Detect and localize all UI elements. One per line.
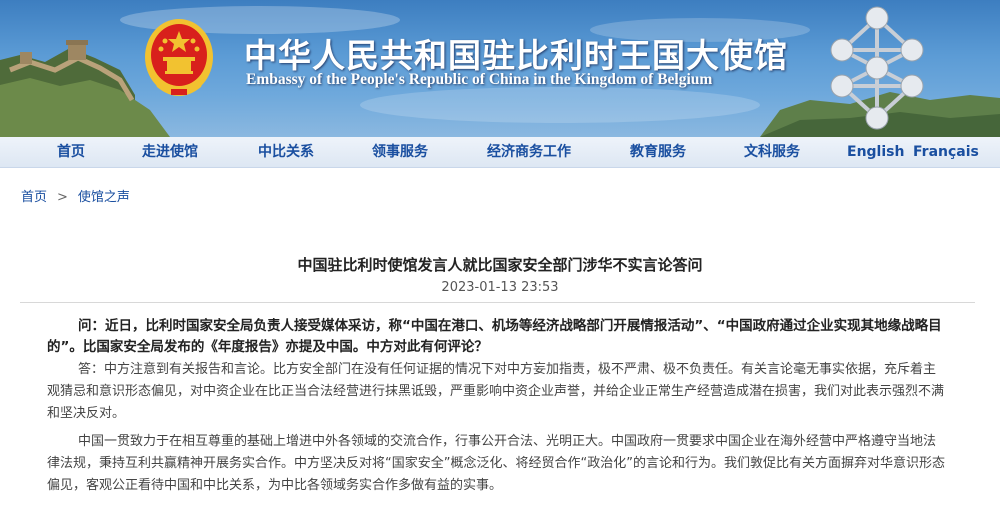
nav-about-embassy[interactable]: 走进使馆 [142, 137, 198, 168]
nav-francais[interactable]: Français [913, 137, 979, 168]
breadcrumb-separator: > [57, 190, 68, 205]
article-date: 2023-01-13 23:53 [441, 280, 559, 295]
atomium-icon [830, 6, 924, 130]
article-answer-paragraph-2: 中国一贯致力于在相互尊重的基础上增进中外各领域的交流合作，行事公开合法、光明正大… [47, 434, 945, 493]
nav-english[interactable]: English [847, 137, 904, 168]
breadcrumb-home-link[interactable]: 首页 [21, 190, 47, 205]
national-emblem-icon [145, 19, 213, 96]
nav-economic-commercial[interactable]: 经济商务工作 [487, 137, 571, 168]
nav-home[interactable]: 首页 [57, 137, 85, 168]
header-banner: 中华人民共和国驻比利时王国大使馆 Embassy of the People's… [0, 0, 1000, 137]
breadcrumb: 首页 > 使馆之声 [21, 186, 130, 205]
nav-cultural-services[interactable]: 文科服务 [744, 137, 800, 168]
article-answer-paragraph-1: 答：中方注意到有关报告和言论。比方安全部门在没有任何证据的情况下对中方妄加指责，… [47, 362, 945, 421]
divider [20, 302, 975, 303]
main-navigation: 首页 走进使馆 中比关系 领事服务 经济商务工作 教育服务 文科服务 Engli… [0, 137, 1000, 168]
site-title-english: Embassy of the People's Republic of Chin… [246, 71, 713, 88]
nav-education-services[interactable]: 教育服务 [630, 137, 686, 168]
nav-china-belgium-relations[interactable]: 中比关系 [258, 137, 314, 168]
nav-consular-services[interactable]: 领事服务 [372, 137, 428, 168]
site-title-chinese: 中华人民共和国驻比利时王国大使馆 [244, 36, 788, 75]
article-title: 中国驻比利时使馆发言人就比国家安全部门涉华不实言论答问 [297, 256, 703, 274]
article-question: 问：近日，比利时国家安全局负责人接受媒体采访，称“中国在港口、机场等经济战略部门… [47, 318, 942, 355]
breadcrumb-current-link[interactable]: 使馆之声 [78, 190, 130, 205]
